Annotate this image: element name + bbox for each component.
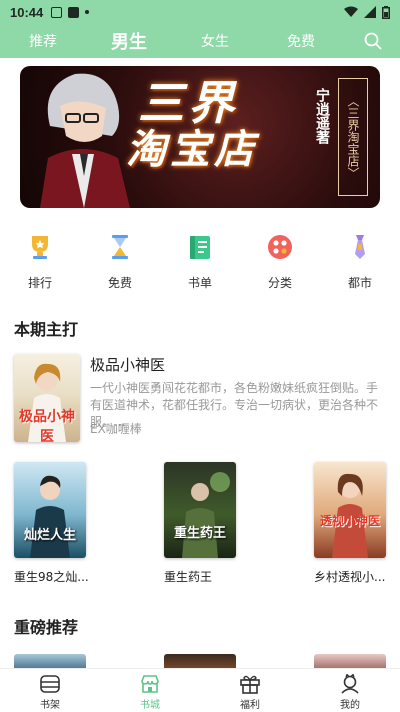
book-cover-art [182, 472, 230, 558]
book-title[interactable]: 乡村透视小... [314, 568, 400, 585]
bookshelf-icon [40, 675, 60, 693]
featured-book-cover[interactable]: 极品小神医 [14, 354, 80, 442]
grid-circle-icon [263, 230, 297, 264]
profile-icon [341, 674, 359, 694]
category-urban-label: 都市 [347, 276, 372, 290]
category-free-label: 免费 [107, 276, 132, 290]
section-title-featured: 本期主打 [14, 320, 79, 339]
book-cover-title: 灿烂人生 [23, 528, 76, 543]
book-icon [183, 230, 217, 264]
book-cover[interactable]: 透视小神医 [314, 462, 386, 558]
category-booklist[interactable]: 书单 [160, 230, 240, 294]
nav-welfare-label: 福利 [240, 700, 260, 711]
book-cover-title: 透视小神医 [319, 514, 380, 528]
banner-subtitle: 〈三界淘宝店〉 [338, 78, 368, 196]
tab-recommend[interactable]: 推荐 [0, 31, 86, 51]
category-urban[interactable]: 都市 [320, 230, 400, 294]
banner-title-line2: 淘宝店 [126, 126, 258, 173]
search-icon [364, 32, 382, 50]
tab-free[interactable]: 免费 [258, 31, 344, 51]
nav-bookstore-label: 书城 [140, 700, 160, 711]
banner-character-illustration [40, 73, 130, 208]
nav-profile[interactable]: 我的 [300, 669, 400, 712]
search-button[interactable] [360, 28, 386, 54]
category-shortcuts: 排行 免费 书单 分类 都市 [0, 230, 400, 294]
category-booklist-label: 书单 [187, 276, 212, 290]
featured-book[interactable]: 极品小神医 极品小神医 一代小神医勇闯花花都市，各色粉嫩妹纸疯狂倒贴。手有医道神… [14, 354, 386, 446]
tab-male[interactable]: 男生 [86, 28, 172, 54]
featured-book-title[interactable]: 极品小神医 [90, 354, 165, 375]
book-item[interactable]: 灿烂人生 重生98之灿... [14, 462, 104, 585]
battery-icon [382, 5, 390, 19]
bottom-nav: 书架 书城 福利 我的 [0, 668, 400, 712]
category-free[interactable]: 免费 [80, 230, 160, 294]
gift-icon [240, 675, 260, 694]
nav-bookstore[interactable]: 书城 [100, 669, 200, 712]
banner-author: 宁逍遥著 [314, 88, 330, 144]
book-title[interactable]: 重生药王 [164, 568, 254, 585]
nav-welfare[interactable]: 福利 [200, 669, 300, 712]
book-title[interactable]: 重生98之灿... [14, 568, 104, 585]
status-bar: 10:44 [0, 0, 400, 24]
promo-banner[interactable]: 三界 淘宝店 宁逍遥著 〈三界淘宝店〉 [20, 66, 380, 208]
wifi-icon [344, 6, 358, 17]
nav-bookshelf-label: 书架 [40, 700, 60, 711]
hourglass-icon [103, 230, 137, 264]
book-item[interactable]: 重生药王 重生药王 [164, 462, 254, 585]
nav-profile-label: 我的 [340, 700, 360, 711]
section-title-recommend: 重磅推荐 [14, 618, 79, 637]
signal-icon [364, 6, 376, 18]
book-item[interactable]: 透视小神医 乡村透视小... [314, 462, 400, 585]
store-icon [141, 675, 159, 693]
category-ranking[interactable]: 排行 [0, 230, 80, 294]
book-cover[interactable]: 重生药王 [164, 462, 236, 558]
book-cover-art [332, 473, 368, 558]
top-tab-bar: 推荐 男生 女生 免费 [0, 24, 400, 58]
status-time: 10:44 [10, 4, 44, 20]
banner-title-line1: 三界 [138, 76, 238, 130]
category-ranking-label: 排行 [27, 276, 52, 290]
book-grid: 灿烂人生 重生98之灿... 重生药王 重生药王 透视小神医 乡村透视小... [0, 462, 400, 592]
book-cover-title: 重生药王 [173, 526, 226, 541]
trophy-icon [23, 230, 57, 264]
tab-female[interactable]: 女生 [172, 31, 258, 51]
banner-title: 三界 淘宝店 [126, 76, 258, 172]
more-notifications-icon [85, 10, 90, 14]
notification-icon [51, 6, 63, 18]
featured-book-author: EX咖喱棒 [90, 422, 142, 436]
notification-icon-2 [68, 6, 80, 18]
status-right [344, 5, 390, 19]
tie-icon [343, 230, 377, 264]
nav-bookshelf[interactable]: 书架 [0, 669, 100, 712]
category-classify[interactable]: 分类 [240, 230, 320, 294]
book-cover[interactable]: 灿烂人生 [14, 462, 86, 558]
featured-cover-title: 极品小神医 [19, 409, 75, 442]
category-classify-label: 分类 [267, 276, 292, 290]
book-cover-art [30, 475, 70, 558]
